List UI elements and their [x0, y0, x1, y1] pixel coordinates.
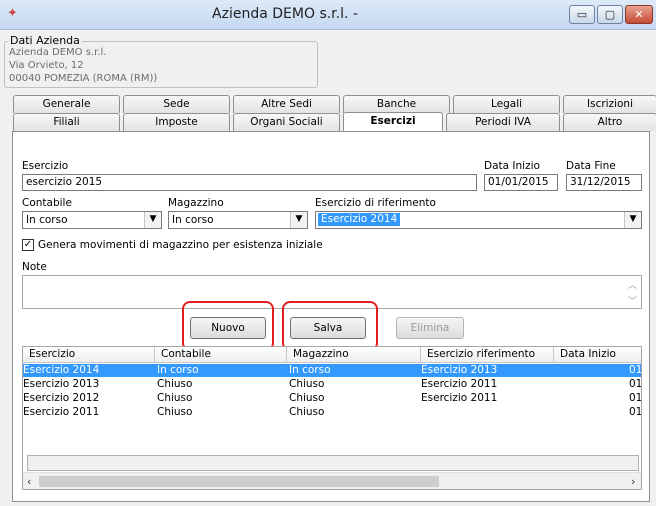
cell-riferimento: Esercizio 2011	[421, 392, 498, 404]
data-inizio-label: Data Inizio	[484, 160, 540, 172]
cell-data-inizio: 01	[629, 364, 642, 376]
cell-contabile: Chiuso	[157, 406, 193, 418]
column-header-data-inizio[interactable]: Data Inizio	[554, 347, 641, 363]
data-fine-input[interactable]: 31/12/2015	[566, 174, 642, 191]
tab-altre-sedi[interactable]: Altre Sedi	[233, 95, 340, 113]
column-header-esercizio[interactable]: Esercizio	[23, 347, 155, 363]
tab-organi-sociali[interactable]: Organi Sociali	[233, 113, 340, 131]
chevron-down-icon[interactable]: ▼	[290, 212, 307, 228]
riferimento-select[interactable]: Esercizio 2014 ▼	[315, 211, 642, 229]
cell-data-inizio: 01	[629, 392, 642, 404]
cell-data-inizio: 01	[629, 406, 642, 418]
table-footer	[27, 455, 639, 471]
company-city: 00040 POMEZIA (ROMA (RM))	[9, 73, 158, 84]
column-header-contabile[interactable]: Contabile	[155, 347, 287, 363]
tab-banche[interactable]: Banche	[343, 95, 450, 113]
genera-movimenti-label: Genera movimenti di magazzino per esiste…	[38, 239, 323, 251]
cell-esercizio: Esercizio 2014	[23, 364, 100, 376]
tab-filiali[interactable]: Filiali	[13, 113, 120, 131]
tab-altro[interactable]: Altro	[563, 113, 656, 131]
minimize-button[interactable]: ▭	[569, 5, 595, 24]
cell-magazzino: Chiuso	[289, 392, 325, 404]
magazzino-label: Magazzino	[168, 197, 224, 209]
table-row[interactable]: Esercizio 2014 In corso In corso Eserciz…	[23, 364, 642, 377]
nuovo-highlight	[182, 301, 274, 351]
data-inizio-input[interactable]: 01/01/2015	[484, 174, 558, 191]
contabile-value: In corso	[26, 214, 68, 226]
table-row[interactable]: Esercizio 2011 Chiuso Chiuso 01	[23, 406, 642, 419]
company-info-group: Dati Azienda Azienda DEMO s.r.l. Via Orv…	[4, 34, 318, 88]
cell-riferimento: Esercizio 2013	[421, 364, 498, 376]
data-fine-label: Data Fine	[566, 160, 616, 172]
scroll-left-icon[interactable]: ‹	[27, 475, 31, 488]
company-info-legend: Dati Azienda	[8, 34, 82, 47]
tab-sede[interactable]: Sede	[123, 95, 230, 113]
table-row[interactable]: Esercizio 2013 Chiuso Chiuso Esercizio 2…	[23, 378, 642, 391]
chevron-down-icon[interactable]: ▼	[144, 212, 161, 228]
elimina-button[interactable]: Elimina	[396, 317, 464, 339]
riferimento-label: Esercizio di riferimento	[315, 197, 436, 209]
cell-riferimento: Esercizio 2011	[421, 378, 498, 390]
magazzino-value: In corso	[172, 214, 214, 226]
cell-esercizio: Esercizio 2013	[23, 378, 100, 390]
tab-legali[interactable]: Legali	[453, 95, 560, 113]
note-scrollbar[interactable]: ︿ ﹀	[625, 276, 641, 308]
cell-magazzino: In corso	[289, 364, 331, 376]
cell-esercizio: Esercizio 2011	[23, 406, 100, 418]
scroll-up-icon[interactable]: ︿	[628, 278, 637, 291]
tab-iscrizioni[interactable]: Iscrizioni	[563, 95, 656, 113]
contabile-label: Contabile	[22, 197, 72, 209]
cell-contabile: Chiuso	[157, 378, 193, 390]
title-bar[interactable]: ✦ Azienda DEMO s.r.l. - ▭ ▢ ✕	[0, 0, 656, 30]
cell-contabile: Chiuso	[157, 392, 193, 404]
scroll-right-icon[interactable]: ›	[631, 475, 635, 488]
note-label: Note	[22, 261, 47, 273]
scroll-thumb[interactable]	[39, 476, 439, 487]
table-header: Esercizio Contabile Magazzino Esercizio …	[23, 347, 641, 363]
window-title: Azienda DEMO s.r.l. -	[212, 6, 358, 22]
company-address: Via Orvieto, 12	[9, 60, 84, 71]
contabile-select[interactable]: In corso ▼	[22, 211, 162, 229]
table-horizontal-scrollbar[interactable]: ‹ ›	[23, 472, 641, 489]
cell-esercizio: Esercizio 2012	[23, 392, 100, 404]
chevron-down-icon[interactable]: ▼	[624, 212, 641, 228]
cell-data-inizio: 01	[629, 378, 642, 390]
tab-imposte[interactable]: Imposte	[123, 113, 230, 131]
maximize-button[interactable]: ▢	[597, 5, 623, 24]
column-header-riferimento[interactable]: Esercizio riferimento	[421, 347, 554, 363]
company-name: Azienda DEMO s.r.l.	[9, 47, 107, 58]
magazzino-select[interactable]: In corso ▼	[168, 211, 308, 229]
column-header-magazzino[interactable]: Magazzino	[287, 347, 421, 363]
genera-movimenti-checkbox[interactable]: ✓	[22, 239, 34, 251]
tab-periodi-iva[interactable]: Periodi IVA	[446, 113, 560, 131]
esercizio-label: Esercizio	[22, 160, 69, 172]
esercizi-table[interactable]: Esercizio Contabile Magazzino Esercizio …	[22, 346, 642, 490]
main-window: ✦ Azienda DEMO s.r.l. - ▭ ▢ ✕ Dati Azien…	[0, 0, 656, 506]
table-row[interactable]: Esercizio 2012 Chiuso Chiuso Esercizio 2…	[23, 392, 642, 405]
close-button[interactable]: ✕	[625, 5, 653, 24]
cell-magazzino: Chiuso	[289, 406, 325, 418]
scroll-down-icon[interactable]: ﹀	[628, 294, 637, 307]
esercizio-input[interactable]: esercizio 2015	[22, 174, 477, 191]
cell-magazzino: Chiuso	[289, 378, 325, 390]
salva-highlight	[282, 301, 378, 351]
tab-generale[interactable]: Generale	[13, 95, 120, 113]
cell-contabile: In corso	[157, 364, 199, 376]
riferimento-value: Esercizio 2014	[318, 213, 401, 226]
tab-esercizi[interactable]: Esercizi	[343, 112, 443, 132]
